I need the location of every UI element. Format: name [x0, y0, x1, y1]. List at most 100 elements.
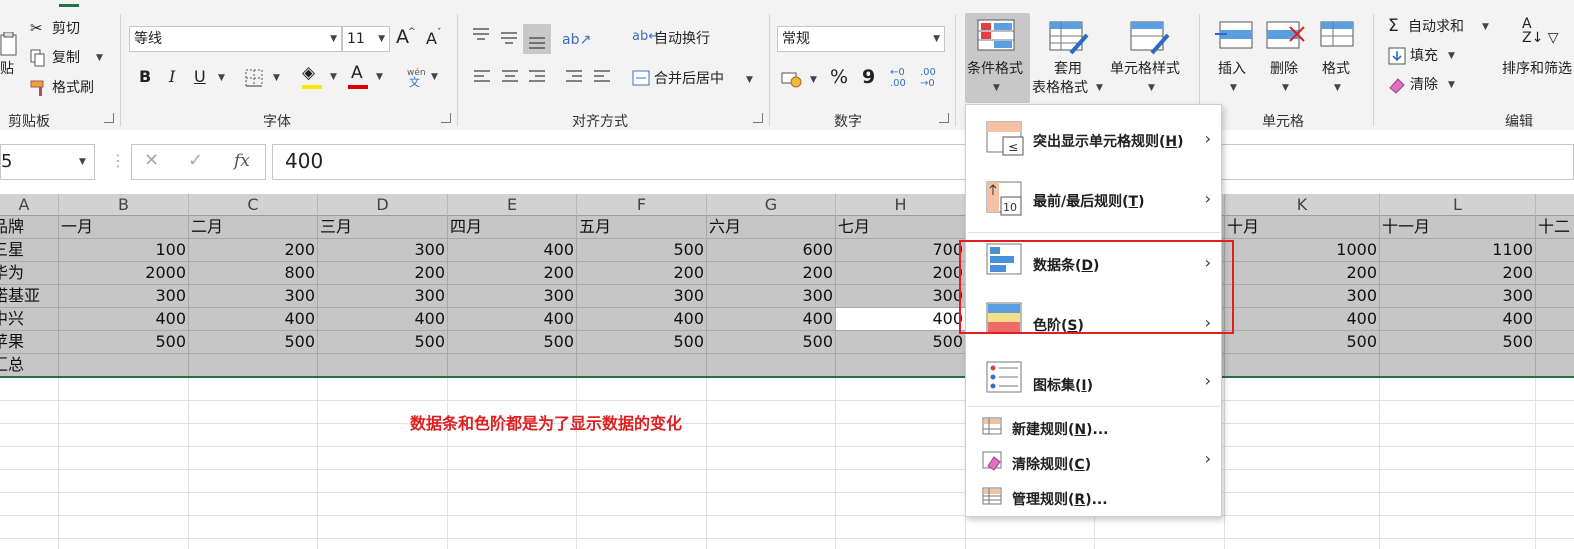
table-cell[interactable]: 500 — [1225, 331, 1380, 354]
table-cell[interactable] — [1536, 354, 1574, 377]
empty-cell[interactable] — [1380, 493, 1536, 516]
empty-cell[interactable] — [189, 470, 318, 493]
empty-cell[interactable] — [1225, 539, 1380, 549]
menu-item-icon-sets[interactable]: 图标集(I) › — [966, 357, 1221, 411]
empty-cell[interactable] — [1225, 516, 1380, 539]
merge-center-button[interactable]: 合并后居中 ▼ — [630, 66, 758, 92]
table-cell[interactable]: 1100 — [1380, 239, 1536, 262]
font-name-combo[interactable]: 等线 ▼ — [129, 26, 342, 52]
empty-cell[interactable] — [1536, 470, 1574, 493]
table-cell[interactable]: 100 — [59, 239, 189, 262]
table-cell[interactable] — [1380, 354, 1536, 377]
table-cell[interactable]: 300 — [1225, 285, 1380, 308]
table-cell[interactable]: 400 — [577, 308, 707, 331]
table-cell[interactable] — [318, 354, 448, 377]
menu-item-highlight-rules[interactable]: ≤ 突出显示单元格规则(H) › — [966, 113, 1221, 167]
table-cell[interactable]: 800 — [189, 262, 318, 285]
table-cell[interactable]: 300 — [836, 285, 966, 308]
empty-cell[interactable] — [189, 516, 318, 539]
empty-cell[interactable] — [318, 493, 448, 516]
empty-cell[interactable] — [577, 378, 707, 401]
grow-font-button[interactable]: A ^ — [395, 26, 417, 50]
borders-button[interactable]: ▼ — [243, 66, 283, 90]
table-cell[interactable]: 500 — [59, 331, 189, 354]
empty-cell[interactable] — [1225, 470, 1380, 493]
column-header-e[interactable]: E — [448, 194, 577, 216]
table-cell[interactable] — [59, 354, 189, 377]
empty-cell[interactable] — [1536, 378, 1574, 401]
table-cell[interactable]: 400 — [59, 308, 189, 331]
empty-cell[interactable] — [1380, 401, 1536, 424]
empty-cell[interactable] — [1095, 539, 1225, 549]
header-cell[interactable]: 五月 — [577, 216, 707, 239]
column-header-a[interactable]: A — [0, 194, 59, 216]
empty-cell[interactable] — [577, 539, 707, 549]
header-cell[interactable]: 六月 — [707, 216, 836, 239]
empty-cell[interactable] — [836, 401, 966, 424]
table-cell[interactable]: 500 — [577, 239, 707, 262]
table-cell[interactable] — [1536, 262, 1574, 285]
empty-cell[interactable] — [836, 424, 966, 447]
table-cell[interactable]: 400 — [707, 308, 836, 331]
table-cell[interactable] — [1536, 285, 1574, 308]
empty-cell[interactable] — [318, 539, 448, 549]
empty-cell[interactable] — [448, 378, 577, 401]
empty-cell[interactable] — [189, 424, 318, 447]
empty-cell[interactable] — [0, 424, 59, 447]
dialog-launcher-icon[interactable] — [441, 113, 451, 123]
copy-button[interactable]: 复制 ▼ — [28, 47, 108, 69]
cell-styles-button[interactable]: 单元格样式 ▼ — [1108, 13, 1190, 103]
empty-cell[interactable] — [189, 539, 318, 549]
decrease-decimal-button[interactable]: .00 →0 — [920, 66, 946, 92]
bold-button[interactable]: B — [134, 66, 156, 90]
empty-cell[interactable] — [577, 447, 707, 470]
phonetic-button[interactable]: wén 文 ▼ — [403, 64, 443, 92]
conditional-formatting-button[interactable]: 条件格式 ▼ — [965, 13, 1030, 103]
empty-cell[interactable] — [189, 447, 318, 470]
wrap-text-button[interactable]: ab↵ 自动换行 — [630, 26, 720, 52]
enter-check-icon[interactable]: ✓ — [188, 152, 203, 170]
empty-cell[interactable] — [707, 470, 836, 493]
header-cell[interactable]: 二月 — [189, 216, 318, 239]
menu-item-top-bottom-rules[interactable]: 10 最前/最后规则(T) › — [966, 175, 1221, 229]
empty-cell[interactable] — [318, 470, 448, 493]
table-cell[interactable]: 300 — [59, 285, 189, 308]
table-cell[interactable] — [1225, 354, 1380, 377]
empty-cell[interactable] — [707, 424, 836, 447]
table-cell[interactable]: 500 — [318, 331, 448, 354]
empty-cell[interactable] — [836, 516, 966, 539]
table-cell[interactable]: 200 — [1380, 262, 1536, 285]
formula-input[interactable]: 400 — [272, 144, 1574, 180]
empty-cell[interactable] — [448, 539, 577, 549]
table-cell[interactable]: 苹果 — [0, 331, 59, 354]
underline-button[interactable]: U ▼ — [190, 66, 230, 90]
table-cell[interactable]: 400 — [1380, 308, 1536, 331]
dialog-launcher-icon[interactable] — [939, 113, 949, 123]
table-cell[interactable] — [189, 354, 318, 377]
cancel-icon[interactable]: ✕ — [144, 152, 159, 170]
column-header-m[interactable]: M — [1536, 194, 1574, 216]
table-cell[interactable]: 200 — [189, 239, 318, 262]
delete-cells-button[interactable]: 删除 ▼ — [1262, 13, 1310, 103]
table-cell[interactable]: 400 — [1225, 308, 1380, 331]
empty-cell[interactable] — [59, 470, 189, 493]
italic-button[interactable]: I — [162, 66, 184, 90]
empty-cell[interactable] — [0, 378, 59, 401]
fill-button[interactable]: 填充 ▼ — [1386, 45, 1460, 67]
empty-cell[interactable] — [318, 447, 448, 470]
header-cell[interactable]: 四月 — [448, 216, 577, 239]
table-cell[interactable]: 1000 — [1225, 239, 1380, 262]
table-cell[interactable]: 300 — [577, 285, 707, 308]
dialog-launcher-icon[interactable] — [104, 113, 114, 123]
number-format-combo[interactable]: 常规 ▼ — [777, 26, 945, 52]
table-cell[interactable]: 400 — [189, 308, 318, 331]
increase-decimal-button[interactable]: ←0 .00 — [890, 66, 916, 92]
table-cell[interactable]: 200 — [836, 262, 966, 285]
empty-cell[interactable] — [966, 516, 1095, 539]
format-as-table-button[interactable]: 套用 表格格式 ▼ — [1032, 13, 1107, 103]
table-cell[interactable] — [707, 354, 836, 377]
empty-cell[interactable] — [189, 493, 318, 516]
empty-cell[interactable] — [59, 516, 189, 539]
table-cell[interactable]: 三星 — [0, 239, 59, 262]
empty-cell[interactable] — [59, 493, 189, 516]
